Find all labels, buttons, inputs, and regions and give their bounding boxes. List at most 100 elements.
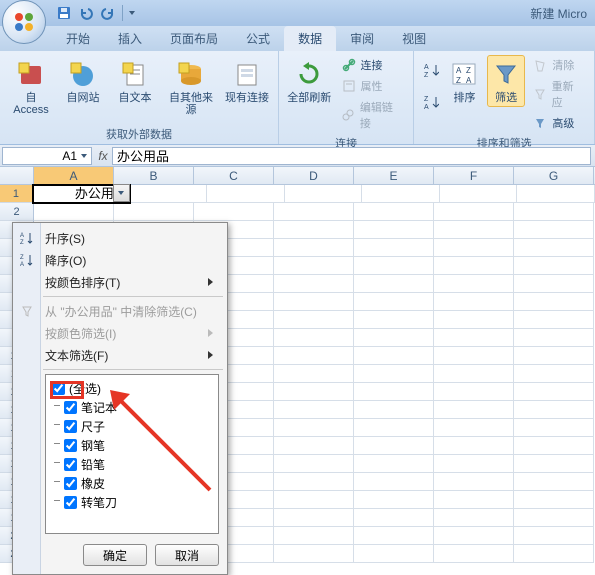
checkbox[interactable] <box>64 496 77 509</box>
fx-icon[interactable]: fx <box>94 149 112 163</box>
checkbox[interactable] <box>64 477 77 490</box>
cell[interactable] <box>274 293 354 311</box>
cell[interactable] <box>285 185 363 203</box>
cell[interactable] <box>514 203 594 221</box>
col-G[interactable]: G <box>514 167 594 184</box>
cell[interactable] <box>434 401 514 419</box>
cell[interactable] <box>354 419 434 437</box>
cell[interactable] <box>354 455 434 473</box>
col-A[interactable]: A <box>34 167 114 184</box>
cell[interactable] <box>514 275 594 293</box>
filter-button[interactable]: 筛选 <box>487 55 526 107</box>
cell[interactable] <box>434 527 514 545</box>
cell[interactable] <box>514 329 594 347</box>
existing-conn-button[interactable]: 现有连接 <box>222 55 272 107</box>
cell[interactable] <box>434 419 514 437</box>
cell[interactable] <box>274 401 354 419</box>
cell[interactable] <box>354 545 434 563</box>
cell[interactable] <box>274 437 354 455</box>
cell[interactable] <box>514 491 594 509</box>
cell[interactable] <box>130 185 208 203</box>
cell[interactable] <box>434 347 514 365</box>
tab-home[interactable]: 开始 <box>52 26 104 51</box>
cell[interactable] <box>274 329 354 347</box>
cell[interactable] <box>514 257 594 275</box>
cell[interactable] <box>274 239 354 257</box>
refresh-all-button[interactable]: 全部刷新 <box>285 55 334 107</box>
cell[interactable] <box>514 473 594 491</box>
cell[interactable] <box>514 365 594 383</box>
cell[interactable] <box>354 401 434 419</box>
cell[interactable] <box>434 293 514 311</box>
cell[interactable] <box>354 239 434 257</box>
cell[interactable] <box>354 203 434 221</box>
col-F[interactable]: F <box>434 167 514 184</box>
row-header[interactable]: 1 <box>0 185 33 203</box>
from-access-button[interactable]: 自 Access <box>6 55 56 119</box>
check-item[interactable]: 尺子 <box>50 417 214 436</box>
undo-icon[interactable] <box>78 5 94 21</box>
cell[interactable] <box>517 185 595 203</box>
cell[interactable] <box>354 491 434 509</box>
cell[interactable] <box>274 203 354 221</box>
cell[interactable] <box>354 527 434 545</box>
cell[interactable] <box>274 473 354 491</box>
tab-layout[interactable]: 页面布局 <box>156 26 232 51</box>
cell[interactable] <box>434 437 514 455</box>
checkbox[interactable] <box>64 458 77 471</box>
cell[interactable] <box>354 509 434 527</box>
cell[interactable] <box>514 347 594 365</box>
qat-dropdown-icon[interactable] <box>129 11 135 15</box>
namebox-dropdown-icon[interactable] <box>81 154 87 158</box>
cell[interactable] <box>114 203 194 221</box>
cell[interactable] <box>354 275 434 293</box>
cell[interactable] <box>194 203 274 221</box>
cell[interactable] <box>434 455 514 473</box>
col-C[interactable]: C <box>194 167 274 184</box>
sort-descending-item[interactable]: ZA 降序(O) <box>13 249 227 271</box>
save-icon[interactable] <box>56 5 72 21</box>
sort-ascending-item[interactable]: AZ 升序(S) <box>13 227 227 249</box>
cell[interactable] <box>354 329 434 347</box>
check-item[interactable]: 橡皮 <box>50 474 214 493</box>
row-header[interactable]: 2 <box>0 203 34 221</box>
cell[interactable] <box>274 383 354 401</box>
sort-desc-button[interactable]: ZA <box>420 91 442 113</box>
ok-button[interactable]: 确定 <box>83 544 147 566</box>
advanced-button[interactable]: 高级 <box>527 113 588 133</box>
cell[interactable] <box>434 473 514 491</box>
col-D[interactable]: D <box>274 167 354 184</box>
cell[interactable] <box>434 545 514 563</box>
cell[interactable] <box>274 347 354 365</box>
sort-by-color-item[interactable]: 按颜色排序(T) <box>13 271 227 293</box>
cell[interactable] <box>274 311 354 329</box>
cell[interactable] <box>274 365 354 383</box>
cell[interactable] <box>514 419 594 437</box>
cell[interactable] <box>274 221 354 239</box>
cell[interactable] <box>514 509 594 527</box>
select-all-corner[interactable] <box>0 167 34 184</box>
cell[interactable] <box>274 455 354 473</box>
cell[interactable] <box>434 221 514 239</box>
sort-button[interactable]: AZZA 排序 <box>444 55 485 107</box>
cell[interactable] <box>514 455 594 473</box>
autofilter-dropdown-icon[interactable] <box>113 184 130 202</box>
cell[interactable] <box>434 203 514 221</box>
cell[interactable] <box>514 383 594 401</box>
formula-bar[interactable]: 办公用品 <box>112 147 591 165</box>
cell[interactable] <box>354 293 434 311</box>
cell[interactable] <box>434 311 514 329</box>
cell[interactable] <box>514 239 594 257</box>
from-other-button[interactable]: 自其他来源 <box>162 55 220 119</box>
connections-button[interactable]: 连接 <box>336 55 408 75</box>
check-item[interactable]: 钢笔 <box>50 436 214 455</box>
cell[interactable] <box>434 491 514 509</box>
cell[interactable] <box>434 275 514 293</box>
office-button[interactable] <box>2 0 46 44</box>
cell[interactable] <box>434 329 514 347</box>
tab-review[interactable]: 审阅 <box>336 26 388 51</box>
check-item[interactable]: 笔记本 <box>50 398 214 417</box>
cell[interactable] <box>514 401 594 419</box>
cell[interactable]: 办公用品 <box>33 185 130 203</box>
col-B[interactable]: B <box>114 167 194 184</box>
